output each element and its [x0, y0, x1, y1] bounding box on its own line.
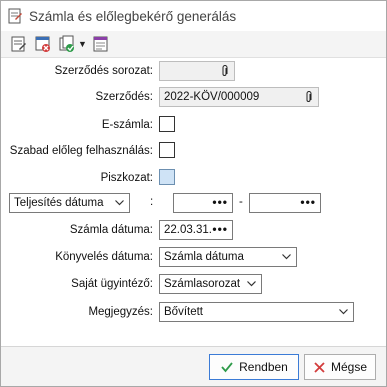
- free-advance-row: Szabad előleg felhasználás:: [1, 141, 386, 163]
- ok-button-label: Rendben: [239, 360, 288, 374]
- toolbar: ▼: [1, 31, 386, 58]
- ok-button[interactable]: Rendben: [209, 354, 299, 380]
- checkmark-icon: [221, 362, 233, 373]
- paperclip-icon[interactable]: [304, 91, 313, 103]
- einvoice-row: E-számla:: [1, 115, 386, 137]
- calendar-invoice-icon: [93, 36, 108, 52]
- copy-settings-button[interactable]: [57, 34, 77, 54]
- colon-separator: :: [150, 196, 154, 208]
- invoice-app-icon: [8, 8, 22, 24]
- own-agent-label: Saját ügyintéző:: [71, 278, 153, 290]
- form-area: Szerződés sorozat: Szerződés: 2022-KÖV/0…: [1, 58, 386, 346]
- note-row: Megjegyzés: Bővített: [1, 302, 386, 324]
- note-select[interactable]: Bővített: [159, 302, 354, 322]
- own-agent-value: Számlasorozat: [164, 278, 241, 290]
- invoice-date-row: Számla dátuma: 22.03.31. •••: [1, 220, 386, 242]
- invoice-delete-button[interactable]: [33, 34, 53, 54]
- calendar-invoice-button[interactable]: [91, 34, 111, 54]
- einvoice-label: E-számla:: [101, 119, 153, 131]
- paperclip-icon[interactable]: [220, 65, 229, 77]
- invoice-date-label: Számla dátuma:: [69, 224, 153, 236]
- chevron-down-icon: [247, 281, 256, 287]
- draft-row: Piszkozat:: [1, 168, 386, 190]
- button-bar: Rendben Mégse: [1, 346, 386, 386]
- date-type-select[interactable]: Teljesítés dátuma: [9, 193, 130, 213]
- date-to-picker-button[interactable]: •••: [300, 195, 316, 209]
- generate-icon: [11, 36, 26, 52]
- booking-date-select[interactable]: Számla dátuma: [159, 247, 297, 267]
- booking-date-value: Számla dátuma: [164, 251, 244, 263]
- free-advance-label: Szabad előleg felhasználás:: [9, 145, 153, 157]
- copy-settings-icon: [59, 35, 74, 52]
- chevron-down-icon[interactable]: ▼: [78, 39, 87, 49]
- contract-field[interactable]: 2022-KÖV/000009: [159, 87, 319, 107]
- contract-label: Szerződés:: [95, 91, 153, 103]
- date-type-value: Teljesítés dátuma: [14, 197, 104, 209]
- contract-row: Szerződés: 2022-KÖV/000009: [1, 87, 386, 109]
- chevron-down-icon: [339, 309, 348, 315]
- booking-date-label: Könyvelés dátuma:: [55, 251, 153, 263]
- cancel-button-label: Mégse: [330, 360, 368, 374]
- own-agent-row: Saját ügyintéző: Számlasorozat: [1, 274, 386, 296]
- window-title: Számla és előlegbekérő generálás: [29, 8, 237, 24]
- cancel-button[interactable]: Mégse: [304, 354, 376, 380]
- free-advance-checkbox[interactable]: [159, 142, 175, 158]
- invoice-date-field[interactable]: 22.03.31. •••: [159, 220, 233, 240]
- series-row: Szerződés sorozat:: [1, 61, 386, 83]
- note-label: Megjegyzés:: [88, 306, 153, 318]
- booking-date-row: Könyvelés dátuma: Számla dátuma: [1, 247, 386, 269]
- close-icon: [314, 361, 325, 373]
- date-from-field[interactable]: •••: [173, 193, 233, 213]
- date-to-field[interactable]: •••: [249, 193, 321, 213]
- note-value: Bővített: [164, 306, 203, 318]
- dialog-window: Számla és előlegbekérő generálás ▼ Szerz…: [0, 0, 387, 387]
- invoice-date-value: 22.03.31.: [164, 224, 212, 236]
- invoice-delete-icon: [35, 36, 50, 52]
- draft-label: Piszkozat:: [100, 172, 153, 184]
- series-field[interactable]: [159, 61, 235, 81]
- series-label: Szerződés sorozat:: [54, 65, 153, 77]
- chevron-down-icon: [115, 200, 124, 206]
- chevron-down-icon: [282, 254, 291, 260]
- date-from-picker-button[interactable]: •••: [212, 195, 228, 209]
- draft-checkbox[interactable]: [159, 169, 175, 185]
- dash-separator: -: [239, 196, 243, 208]
- invoice-date-picker-button[interactable]: •••: [212, 222, 228, 236]
- contract-value: 2022-KÖV/000009: [164, 91, 260, 103]
- own-agent-select[interactable]: Számlasorozat: [159, 274, 262, 294]
- date-range-row: Teljesítés dátuma : ••• - •••: [1, 193, 386, 215]
- einvoice-checkbox[interactable]: [159, 116, 175, 132]
- title-bar: Számla és előlegbekérő generálás: [1, 1, 386, 31]
- generate-button[interactable]: [9, 34, 29, 54]
